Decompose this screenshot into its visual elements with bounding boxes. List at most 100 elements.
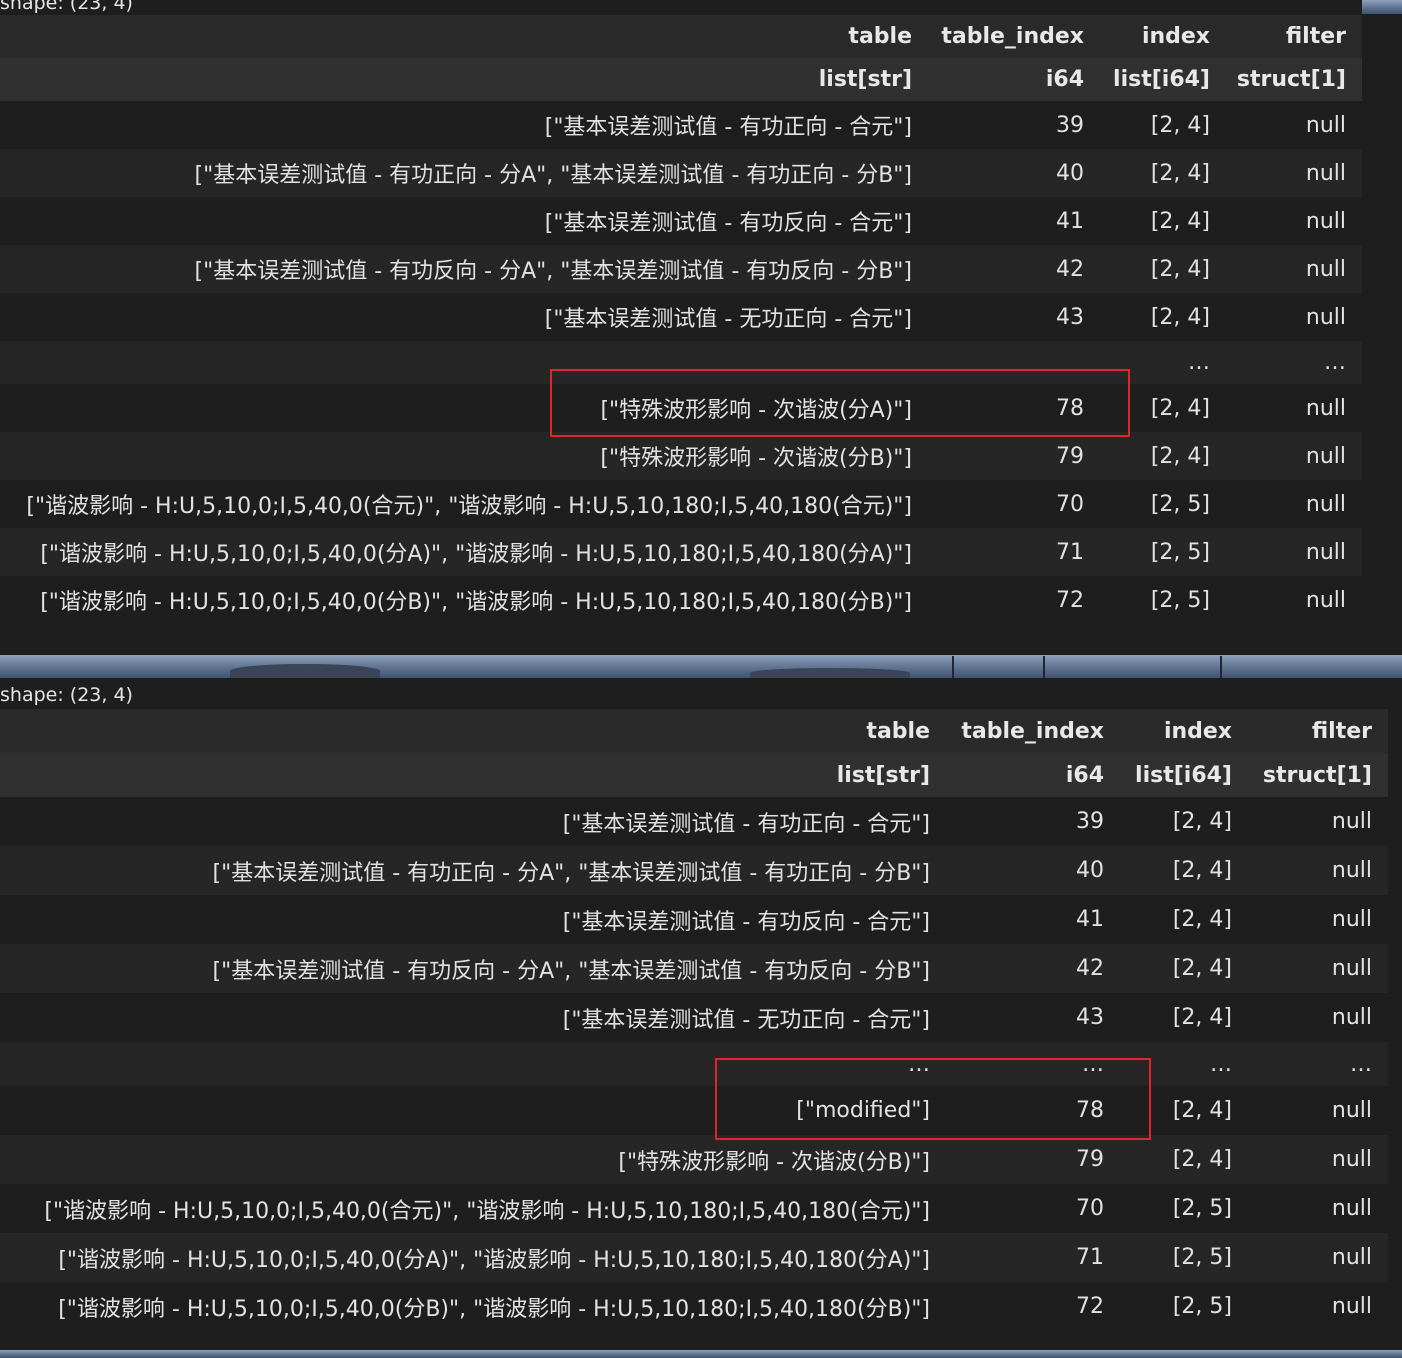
cell-filter: null xyxy=(1305,256,1346,282)
cell-table-index: 71 xyxy=(1056,539,1084,565)
column-header-row: table table_index index filter xyxy=(0,709,1388,753)
cell-table: ["基本误差测试值 - 有功正向 - 合元"] xyxy=(544,115,912,140)
cell-table-index: 43 xyxy=(1076,1005,1104,1030)
cell-index: [2, 4] xyxy=(1150,112,1210,138)
cell-table: ["谐波影响 - H:U,5,10,0;I,5,40,0(分A)", "谐波影响… xyxy=(40,542,912,567)
cell-index: index xyxy=(1141,24,1210,49)
cell-table-index: 42 xyxy=(1076,956,1104,981)
dtype-row: list[str] i64 list[i64] struct[1] xyxy=(0,753,1388,797)
table-row: ["基本误差测试值 - 无功正向 - 合元"] 43 [2, 4] null xyxy=(0,293,1362,341)
desktop-wallpaper-strip-bottom xyxy=(0,1350,1402,1358)
cell-table-index: 41 xyxy=(1056,208,1084,234)
cell-filter: filter xyxy=(1311,718,1372,744)
cell-table-index: 70 xyxy=(1056,491,1084,517)
cell-filter: null xyxy=(1331,858,1372,883)
cell-filter: null xyxy=(1305,587,1346,613)
cell-table-index: 72 xyxy=(1076,1294,1104,1319)
shape-label: shape: (23, 4) xyxy=(0,684,133,706)
cell-table-index: 39 xyxy=(1076,809,1104,834)
cell-table-index: table_index xyxy=(941,24,1084,49)
cell-filter: null xyxy=(1331,1245,1372,1270)
cell-index: [2, 5] xyxy=(1172,1196,1232,1221)
cell-index: [2, 4] xyxy=(1150,304,1210,330)
cell-table: ["基本误差测试值 - 有功反向 - 分A", "基本误差测试值 - 有功反向 … xyxy=(194,259,912,284)
table-row: ["基本误差测试值 - 有功正向 - 分A", "基本误差测试值 - 有功正向 … xyxy=(0,846,1388,895)
highlight-box xyxy=(550,369,1130,437)
cell-table-index: 79 xyxy=(1076,1147,1104,1172)
cell-index: index xyxy=(1163,718,1232,744)
cell-table: list[str] xyxy=(818,67,912,92)
cell-filter: struct[1] xyxy=(1262,762,1372,788)
cell-filter: null xyxy=(1305,208,1346,234)
table-row: ["谐波影响 - H:U,5,10,0;I,5,40,0(分B)", "谐波影响… xyxy=(0,576,1362,624)
cell-filter: filter xyxy=(1285,24,1346,49)
cell-table-index: 43 xyxy=(1056,304,1084,330)
cell-index: [2, 5] xyxy=(1150,491,1210,517)
cell-filter: null xyxy=(1305,443,1346,469)
cell-index: [2, 5] xyxy=(1150,587,1210,613)
cell-index: [2, 4] xyxy=(1172,858,1232,883)
dataframe-output-top: shape: (23, 4) table table_index index filt… xyxy=(0,0,1362,655)
table-row: ["特殊波形影响 - 次谐波(分B)"] 79 [2, 4] null xyxy=(0,432,1362,480)
cell-table: list[str] xyxy=(836,762,930,788)
cell-filter: … xyxy=(1350,1051,1372,1077)
cell-filter: null xyxy=(1331,907,1372,932)
cell-filter: null xyxy=(1331,956,1372,981)
cell-table-index: i64 xyxy=(1045,67,1084,92)
cell-index: [2, 4] xyxy=(1172,956,1232,981)
table-row: ["谐波影响 - H:U,5,10,0;I,5,40,0(合元)", "谐波影响… xyxy=(0,1184,1388,1233)
cell-filter: null xyxy=(1331,1196,1372,1221)
cell-table: ["谐波影响 - H:U,5,10,0;I,5,40,0(分A)", "谐波影响… xyxy=(58,1247,930,1273)
cell-table-index: 70 xyxy=(1076,1196,1104,1221)
table-row: ["谐波影响 - H:U,5,10,0;I,5,40,0(合元)", "谐波影响… xyxy=(0,480,1362,528)
highlight-box xyxy=(715,1058,1151,1140)
cell-index: list[i64] xyxy=(1113,67,1210,92)
cell-table-index: table_index xyxy=(961,718,1104,744)
cell-index: [2, 5] xyxy=(1150,539,1210,565)
table-row: ["基本误差测试值 - 有功正向 - 合元"] 39 [2, 4] null xyxy=(0,797,1388,846)
cell-table: ["基本误差测试值 - 有功反向 - 合元"] xyxy=(544,211,912,236)
cell-table: table xyxy=(866,718,930,744)
table-row: ["modified"] 78 [2, 4] null xyxy=(0,1086,1388,1135)
cell-table: ["基本误差测试值 - 有功正向 - 合元"] xyxy=(562,811,930,837)
cell-table-index: 40 xyxy=(1056,160,1084,186)
table-row: ["特殊波形影响 - 次谐波(分B)"] 79 [2, 4] null xyxy=(0,1135,1388,1184)
cell-index: [2, 4] xyxy=(1172,1005,1232,1030)
cell-table-index: 79 xyxy=(1056,443,1084,469)
cell-index: [2, 4] xyxy=(1150,256,1210,282)
cell-filter: null xyxy=(1331,1294,1372,1319)
table-row: ["基本误差测试值 - 有功反向 - 合元"] 41 [2, 4] null xyxy=(0,197,1362,245)
cell-filter: struct[1] xyxy=(1236,67,1346,92)
cell-filter: null xyxy=(1305,491,1346,517)
cell-index: [2, 4] xyxy=(1150,208,1210,234)
table-row: ………… xyxy=(0,1042,1388,1086)
table-row: ["基本误差测试值 - 无功正向 - 合元"] 43 [2, 4] null xyxy=(0,993,1388,1042)
table-row: ["谐波影响 - H:U,5,10,0;I,5,40,0(分A)", "谐波影响… xyxy=(0,1233,1388,1282)
cell-table: ["特殊波形影响 - 次谐波(分B)"] xyxy=(600,446,912,471)
cell-table-index: 42 xyxy=(1056,256,1084,282)
cell-table: table xyxy=(848,24,912,49)
cell-table: ["基本误差测试值 - 有功反向 - 合元"] xyxy=(562,909,930,935)
cell-table-index: 39 xyxy=(1056,112,1084,138)
cell-table: ["基本误差测试值 - 有功反向 - 分A", "基本误差测试值 - 有功反向 … xyxy=(212,958,930,984)
cell-table-index: 40 xyxy=(1076,858,1104,883)
shape-label: shape: (23, 4) xyxy=(0,0,133,14)
table-row: ["基本误差测试值 - 有功正向 - 分A", "基本误差测试值 - 有功正向 … xyxy=(0,149,1362,197)
table-row: ["谐波影响 - H:U,5,10,0;I,5,40,0(分B)", "谐波影响… xyxy=(0,1282,1388,1331)
cell-index: [2, 4] xyxy=(1150,443,1210,469)
cell-table: ["特殊波形影响 - 次谐波(分B)"] xyxy=(618,1149,930,1175)
cell-filter: null xyxy=(1331,1147,1372,1172)
dtype-row: list[str] i64 list[i64] struct[1] xyxy=(0,58,1362,101)
cell-table-index: 72 xyxy=(1056,587,1084,613)
cell-index: [2, 4] xyxy=(1172,1147,1232,1172)
cell-table: ["基本误差测试值 - 有功正向 - 分A", "基本误差测试值 - 有功正向 … xyxy=(194,163,912,188)
cell-index: [2, 4] xyxy=(1172,809,1232,834)
cell-table: ["基本误差测试值 - 有功正向 - 分A", "基本误差测试值 - 有功正向 … xyxy=(212,860,930,886)
cell-table: ["谐波影响 - H:U,5,10,0;I,5,40,0(分B)", "谐波影响… xyxy=(40,590,912,615)
cell-table: ["谐波影响 - H:U,5,10,0;I,5,40,0(分B)", "谐波影响… xyxy=(58,1296,930,1322)
cell-index: [2, 5] xyxy=(1172,1245,1232,1270)
cell-table-index: 41 xyxy=(1076,907,1104,932)
cell-index: [2, 5] xyxy=(1172,1294,1232,1319)
cell-index: [2, 4] xyxy=(1150,160,1210,186)
dataframe-output-bottom: shape: (23, 4) table table_index index filt… xyxy=(0,678,1402,1350)
